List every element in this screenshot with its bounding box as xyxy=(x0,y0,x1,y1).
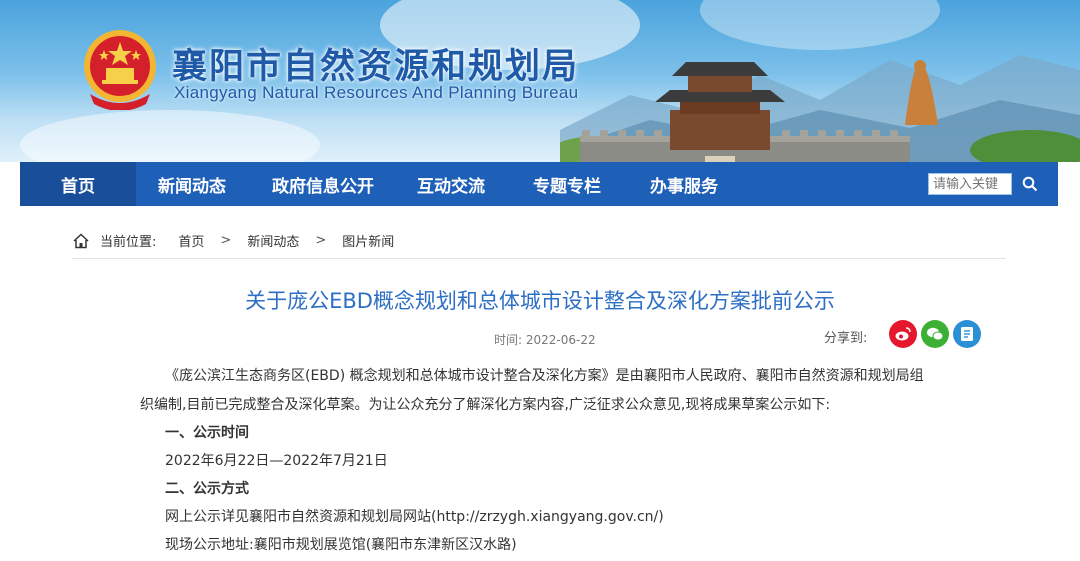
nav-item-services[interactable]: 办事服务 xyxy=(630,162,738,206)
site-title: 襄阳市自然资源和规划局 xyxy=(172,47,580,87)
header-banner: 襄阳市自然资源和规划局 Xiangyang Natural Resources … xyxy=(0,0,1080,162)
scenery-illustration xyxy=(560,55,1080,162)
home-icon xyxy=(73,232,89,248)
article-paragraph: 网上公示详见襄阳市自然资源和规划局网站(http://zrzygh.xiangy… xyxy=(165,509,664,525)
search-icon xyxy=(1022,176,1038,192)
section-heading: 二、公示方式 xyxy=(165,481,249,497)
search-button[interactable] xyxy=(1012,171,1048,197)
breadcrumb-separator: > xyxy=(220,233,232,248)
breadcrumb-separator: > xyxy=(315,233,327,248)
nav-item-topics[interactable]: 专题专栏 xyxy=(504,162,630,206)
breadcrumb: 当前位置: 首页 > 新闻动态 > 图片新闻 xyxy=(72,223,1006,259)
article-paragraph: 《庞公滨江生态商务区(EBD) 概念规划和总体城市设计整合及深化方案》是由襄阳市… xyxy=(165,368,924,384)
article-paragraph: 2022年6月22日—2022年7月21日 xyxy=(165,453,388,469)
nav-item-gov-info[interactable]: 政府信息公开 xyxy=(248,162,398,206)
nav-item-interaction[interactable]: 互动交流 xyxy=(398,162,504,206)
wechat-glyph-icon xyxy=(927,327,944,341)
nav-item-home[interactable]: 首页 xyxy=(20,162,136,206)
nav-item-news[interactable]: 新闻动态 xyxy=(136,162,248,206)
section-heading: 一、公示时间 xyxy=(165,425,249,441)
national-emblem-icon xyxy=(84,30,156,110)
share-label: 分享到: xyxy=(824,331,868,346)
breadcrumb-item-news[interactable]: 新闻动态 xyxy=(247,231,299,250)
breadcrumb-item-home[interactable]: 首页 xyxy=(178,231,204,250)
cloud-decoration xyxy=(20,110,320,162)
breadcrumb-item-photo-news[interactable]: 图片新闻 xyxy=(342,231,394,250)
search-box xyxy=(928,170,1050,198)
main-nav: 首页 新闻动态 政府信息公开 互动交流 专题专栏 办事服务 xyxy=(20,162,1058,206)
wechat-icon[interactable] xyxy=(921,320,949,348)
article-time: 时间: 2022-06-22 xyxy=(494,333,596,347)
document-glyph-icon xyxy=(961,327,973,341)
weibo-glyph-icon xyxy=(895,327,911,341)
breadcrumb-prefix: 当前位置: xyxy=(100,235,157,250)
site-subtitle: Xiangyang Natural Resources And Planning… xyxy=(174,83,579,102)
search-input[interactable] xyxy=(928,173,1012,195)
article-paragraph: 现场公示地址:襄阳市规划展览馆(襄阳市东津新区汉水路) xyxy=(165,537,517,553)
article-paragraph: 织编制,目前已完成整合及深化草案。为让公众充分了解深化方案内容,广泛征求公众意见… xyxy=(140,397,831,413)
weibo-icon[interactable] xyxy=(889,320,917,348)
qzone-icon[interactable] xyxy=(953,320,981,348)
article-title: 关于庞公EBD概念规划和总体城市设计整合及深化方案批前公示 xyxy=(245,289,835,313)
